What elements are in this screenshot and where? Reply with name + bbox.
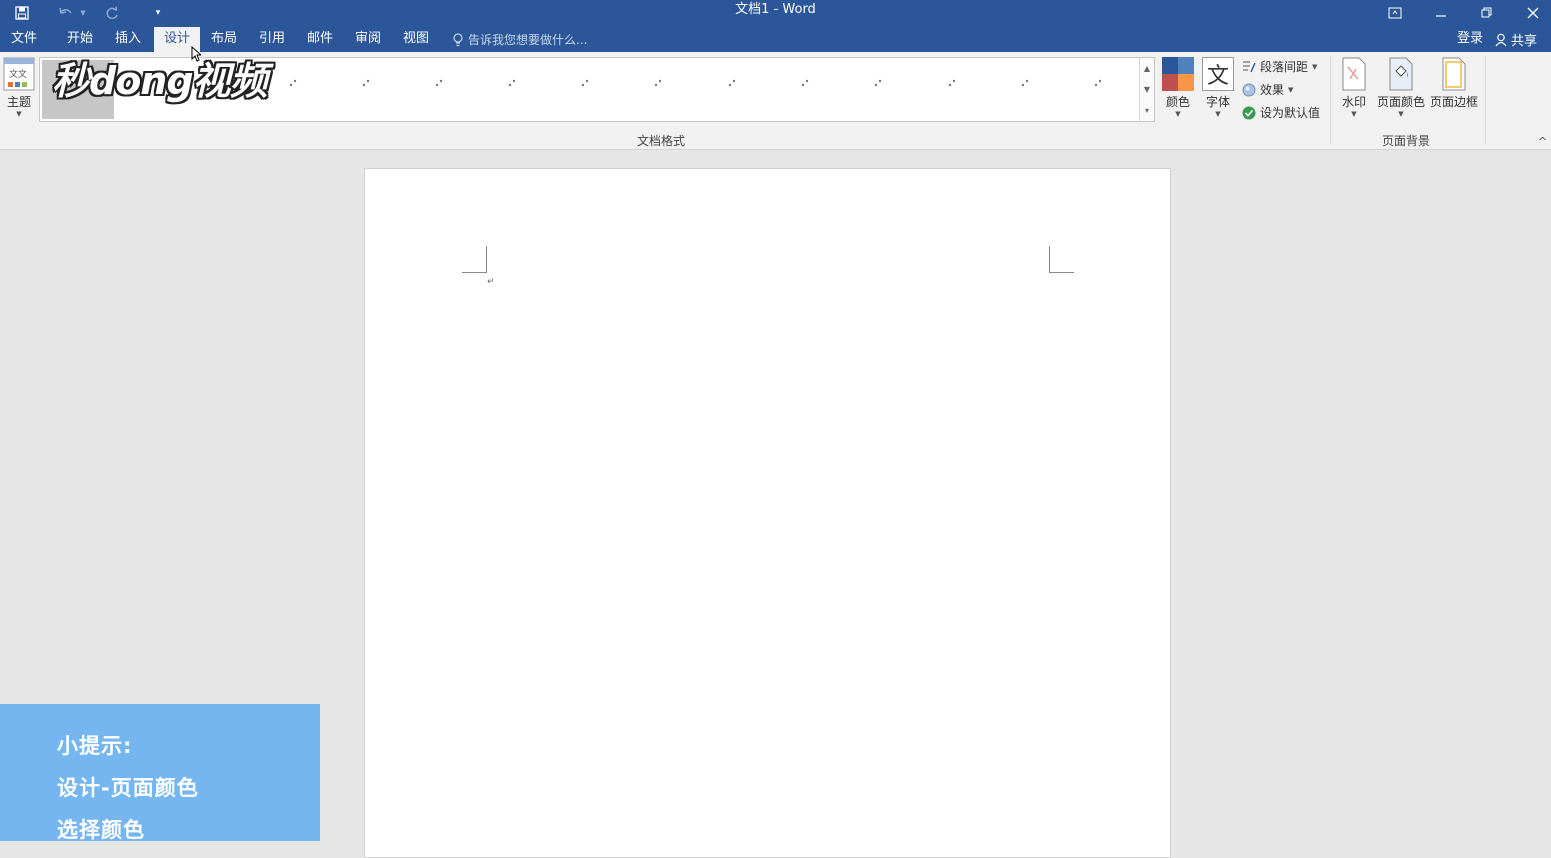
login-link[interactable]: 登录 [1457, 27, 1483, 52]
tab-review[interactable]: 审阅 [346, 27, 390, 52]
page-color-label: 页面颜色 [1376, 95, 1425, 109]
ribbon-display-options-icon[interactable] [1372, 0, 1418, 25]
themes-icon: 文文 [3, 57, 35, 91]
style-set-item[interactable] [800, 78, 810, 88]
watermark-icon [1342, 57, 1366, 91]
tab-home[interactable]: 开始 [58, 27, 102, 52]
fonts-icon: 文 [1202, 57, 1234, 91]
colors-button[interactable]: 颜色 ▼ [1160, 57, 1196, 118]
style-set-item[interactable] [1020, 78, 1030, 88]
effects-label: 效果 [1260, 83, 1285, 97]
fonts-dropdown-icon: ▼ [1215, 110, 1221, 118]
paragraph-spacing-dropdown-icon: ▼ [1312, 62, 1318, 71]
tab-file[interactable]: 文件 [6, 27, 42, 52]
margin-corner-top-left [462, 246, 487, 273]
style-set-item[interactable] [1093, 78, 1103, 88]
effects-dropdown-icon: ▼ [1288, 85, 1294, 94]
video-logo: 秒dong视频 [52, 50, 292, 103]
checkmark-icon [1242, 106, 1256, 119]
tip-line-1: 设计-页面颜色 [57, 776, 199, 800]
tip-heading: 小提示: [57, 734, 133, 758]
save-icon[interactable] [10, 0, 34, 25]
gallery-scroll-up-icon[interactable]: ▲ [1140, 58, 1154, 79]
colors-label: 颜色 [1165, 95, 1190, 109]
undo-dropdown-icon[interactable]: ▼ [78, 0, 88, 25]
paragraph-spacing-icon [1243, 61, 1256, 72]
group-separator [1330, 56, 1331, 144]
effects-button[interactable]: 效果 ▼ [1242, 81, 1293, 98]
effects-icon [1242, 83, 1256, 96]
set-as-default-label: 设为默认值 [1260, 106, 1321, 120]
tip-box: 小提示: 设计-页面颜色 选择颜色 [0, 704, 320, 842]
set-as-default-button[interactable]: 设为默认值 [1242, 104, 1320, 121]
title-bar: ▼ ▾ 文档1 - Word [0, 0, 1551, 25]
gallery-scroll-down-icon[interactable]: ▼ [1140, 79, 1154, 100]
watermark-label: 水印 [1341, 95, 1366, 109]
colors-dropdown-icon: ▼ [1175, 110, 1181, 118]
close-icon[interactable] [1510, 0, 1551, 25]
tell-me-search[interactable]: 告诉我您想要做什么... [452, 27, 587, 52]
gallery-scrollbar[interactable]: ▲ ▼ ▾ [1139, 58, 1154, 121]
redo-icon[interactable] [102, 0, 122, 25]
colors-icon [1162, 57, 1194, 91]
lightbulb-icon [453, 32, 463, 46]
tip-line-2: 选择颜色 [57, 818, 145, 842]
tab-view[interactable]: 视图 [394, 27, 438, 52]
page-color-button[interactable]: 页面颜色 ▼ [1375, 57, 1427, 118]
gallery-more-icon[interactable]: ▾ [1140, 100, 1154, 121]
page-borders-label: 页面边框 [1429, 95, 1478, 109]
page-borders-icon [1442, 57, 1466, 91]
undo-icon[interactable] [55, 0, 77, 25]
fonts-label: 字体 [1205, 95, 1230, 109]
style-set-item[interactable] [727, 78, 737, 88]
page-color-dropdown-icon: ▼ [1398, 110, 1404, 118]
restore-icon[interactable] [1464, 0, 1510, 25]
watermark-dropdown-icon: ▼ [1351, 110, 1357, 118]
margin-corner-top-right [1049, 246, 1074, 273]
tab-mailings[interactable]: 邮件 [298, 27, 342, 52]
themes-icon-text: 文文 [9, 68, 27, 80]
paragraph-spacing-label: 段落间距 [1260, 60, 1309, 74]
logo-text: 秒dong视频 [52, 59, 268, 103]
tab-insert[interactable]: 插入 [106, 27, 150, 52]
tell-me-placeholder: 告诉我您想要做什么... [468, 33, 588, 47]
ribbon-tabs: 文件 开始 插入 设计 布局 引用 邮件 审阅 视图 告诉我您想要做什么... … [0, 25, 1551, 52]
collapse-ribbon-icon[interactable]: ^ [1538, 135, 1547, 148]
paragraph-mark-icon: ↵ [487, 277, 495, 287]
minimize-icon[interactable] [1418, 0, 1464, 25]
fonts-button[interactable]: 文 字体 ▼ [1200, 57, 1236, 118]
group-label-page-background: 页面背景 [1382, 134, 1431, 148]
window-title: 文档1 - Word [735, 2, 816, 17]
themes-button[interactable]: 文文 主题 ▼ [2, 57, 36, 118]
themes-dropdown-icon: ▼ [16, 110, 22, 118]
group-label-document-format: 文档格式 [637, 134, 686, 148]
style-set-item[interactable] [434, 78, 444, 88]
paragraph-spacing-button[interactable]: 段落间距 ▼ [1242, 58, 1317, 75]
style-set-item[interactable] [873, 78, 883, 88]
tab-layout[interactable]: 布局 [202, 27, 246, 52]
customize-quick-access-icon[interactable]: ▾ [150, 0, 166, 25]
style-set-item[interactable] [580, 78, 590, 88]
page-borders-button[interactable]: 页面边框 [1428, 57, 1480, 110]
mouse-cursor-icon [191, 46, 201, 62]
style-set-item[interactable] [947, 78, 957, 88]
group-separator [1485, 56, 1486, 144]
style-set-item[interactable] [361, 78, 371, 88]
tab-references[interactable]: 引用 [250, 27, 294, 52]
style-set-item[interactable] [653, 78, 663, 88]
person-icon [1495, 33, 1507, 46]
page-color-icon [1389, 57, 1413, 91]
themes-label: 主题 [6, 95, 31, 109]
document-page[interactable]: ↵ [364, 168, 1171, 858]
share-label: 共享 [1511, 34, 1538, 49]
watermark-button[interactable]: 水印 ▼ [1338, 57, 1370, 118]
share-button[interactable]: 共享 [1495, 27, 1537, 52]
style-set-item[interactable] [507, 78, 517, 88]
